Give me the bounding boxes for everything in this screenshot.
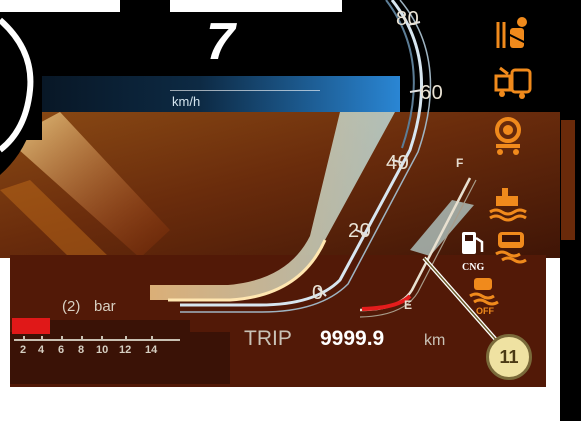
speed-scale-label: 20	[348, 220, 372, 242]
traction-off-label: OFF	[476, 306, 494, 316]
traction-control-icon	[492, 226, 532, 266]
digital-speed: 7	[206, 13, 235, 71]
pressure-scale-tick: 10	[96, 344, 109, 356]
pressure-unit-label: bar	[94, 298, 116, 315]
coolant-level-icon	[488, 184, 528, 224]
pressure-scale-tick: 12	[119, 344, 132, 356]
pressure-scale-tick: 2	[20, 344, 27, 356]
pressure-scale-tick: 6	[58, 344, 65, 356]
speed-scale-label: 0	[312, 282, 324, 304]
trailer-warning-icon	[494, 64, 534, 104]
brake-lining-wear-icon	[488, 116, 528, 156]
pressure-scale-tick: 4	[38, 344, 45, 356]
fuel-empty-label: E	[404, 298, 413, 312]
trip-label: TRIP	[244, 327, 292, 350]
callout-number-badge: 11	[486, 334, 532, 380]
fuel-pump-icon	[458, 228, 488, 258]
speed-scale-label: 60	[420, 82, 444, 104]
fuel-full-label: F	[456, 156, 464, 170]
seatbelt-warning-icon	[494, 14, 534, 54]
pressure-scale-tick: 14	[145, 344, 158, 356]
speed-unit-label: km/h	[172, 94, 201, 109]
cng-label: CNG	[462, 262, 485, 273]
trip-unit: km	[424, 332, 446, 349]
trip-value: 9999.9	[320, 327, 385, 350]
pressure-circuit-label: (2)	[62, 298, 81, 315]
speed-scale-label: 40	[386, 152, 410, 174]
speed-scale-label: 80	[396, 8, 420, 30]
pressure-scale-tick: 8	[78, 344, 85, 356]
instrument-cluster: 7 km/h 80 60 40 20 0 F E (2) bar 2 4 6 8…	[0, 0, 581, 421]
